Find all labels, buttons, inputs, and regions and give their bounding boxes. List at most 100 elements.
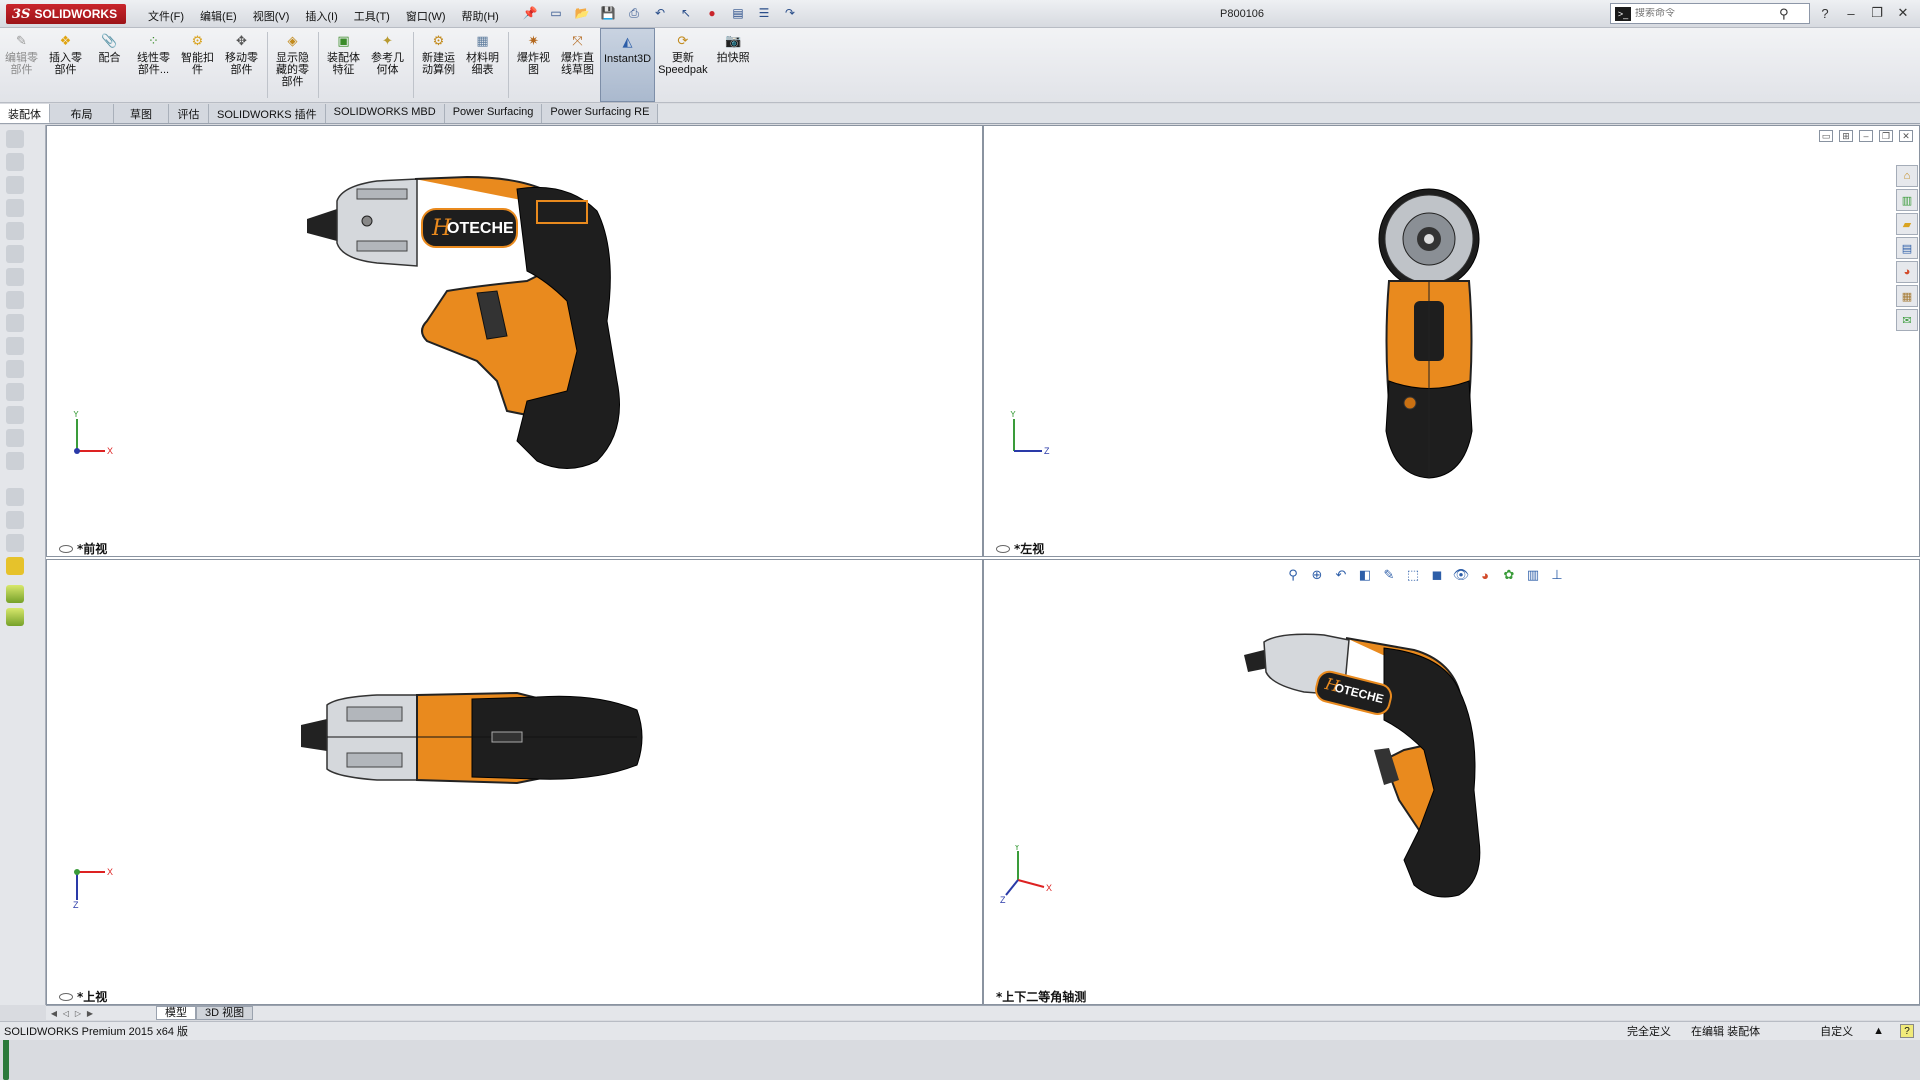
viewport-minimize-icon[interactable]: – <box>1859 130 1873 142</box>
save-icon[interactable]: 💾 <box>598 4 618 22</box>
previous-view-icon[interactable]: ↶ <box>1332 566 1350 584</box>
restore-button[interactable]: ❐ <box>1866 3 1888 23</box>
minimize-button[interactable]: – <box>1840 3 1862 23</box>
reference-geometry-button[interactable]: ✦ 参考几 何体 <box>366 28 410 102</box>
viewport-close-icon[interactable]: ✕ <box>1899 130 1913 142</box>
tab-evaluate[interactable]: 评估 <box>169 104 209 123</box>
linear-pattern-button[interactable]: ⁘ 线性零 部件... <box>132 28 176 102</box>
status-units[interactable]: 自定义 <box>1810 1023 1863 1039</box>
apply-scene-icon[interactable]: ✿ <box>1500 566 1518 584</box>
hole-tool-icon[interactable] <box>6 406 24 424</box>
first-tab-icon[interactable]: ◀ <box>48 1007 60 1019</box>
menu-window[interactable]: 窗口(W) <box>398 6 454 26</box>
explode-line-sketch-button[interactable]: ⤧ 爆炸直 线草图 <box>556 28 600 102</box>
open-folder-icon[interactable]: 📂 <box>572 4 592 22</box>
viewport-restore-icon[interactable]: ❐ <box>1879 130 1893 142</box>
fillet-tool-icon[interactable] <box>6 245 24 263</box>
sweep-tool-icon[interactable] <box>6 199 24 217</box>
pin-icon[interactable]: 📌 <box>520 4 540 22</box>
viewport-front[interactable]: H OTECHE Y X *前视 <box>46 125 983 557</box>
solidworks-logo[interactable]: 3S SOLIDWORKS <box>6 4 126 24</box>
forum-icon[interactable]: ✉ <box>1896 309 1918 331</box>
display-style-icon[interactable]: ◼ <box>1428 566 1446 584</box>
tab-assembly[interactable]: 装配体 <box>0 104 50 123</box>
display-pane-icon[interactable]: ⊥ <box>1548 566 1566 584</box>
curve-tool-icon[interactable] <box>6 511 24 529</box>
hide-show-items-icon[interactable]: 👁 <box>1452 566 1470 584</box>
menu-view[interactable]: 视图(V) <box>245 6 298 26</box>
edit-component-button[interactable]: ✎ 编辑零 部件 <box>0 28 44 102</box>
extrude-tool-icon[interactable] <box>6 153 24 171</box>
new-motion-study-button[interactable]: ⚙ 新建运 动算例 <box>417 28 461 102</box>
viewport-top[interactable]: Z X *上视 <box>46 559 983 1005</box>
search-commands[interactable]: >_ ⚲ <box>1610 3 1810 24</box>
close-button[interactable]: ✕ <box>1892 3 1914 23</box>
viewport-link-icon[interactable]: ⊞ <box>1839 130 1853 142</box>
instant3d-button[interactable]: ◭ Instant3D <box>600 28 656 102</box>
shell-tool-icon[interactable] <box>6 291 24 309</box>
mate-button[interactable]: 📎 配合 <box>88 28 132 102</box>
new-document-icon[interactable]: ▭ <box>546 4 566 22</box>
zoom-to-area-icon[interactable]: ⊕ <box>1308 566 1326 584</box>
viewport-tile-icon[interactable]: ▭ <box>1819 130 1833 142</box>
help-icon[interactable]: ? <box>1814 3 1836 23</box>
show-hidden-components-button[interactable]: ◈ 显示隐 藏的零 部件 <box>271 28 315 102</box>
assembly-features-button[interactable]: ▣ 装配体 特征 <box>322 28 366 102</box>
move-component-button[interactable]: ✥ 移动零 部件 <box>220 28 264 102</box>
menu-file[interactable]: 文件(F) <box>140 6 192 26</box>
tab-model[interactable]: 模型 <box>156 1006 196 1020</box>
loft-tool-icon[interactable] <box>6 222 24 240</box>
print-icon[interactable]: ⎙ <box>624 4 644 22</box>
viewport-isometric[interactable]: ⚲ ⊕ ↶ ◧ ✎ ⬚ ◼ 👁 ◕ ✿ ▥ ⊥ H OTECHE Y X Z *… <box>983 559 1920 1005</box>
help-question-icon[interactable]: ? <box>1900 1024 1914 1038</box>
menu-help[interactable]: 帮助(H) <box>454 6 507 26</box>
mirror-tool-icon[interactable] <box>6 383 24 401</box>
tab-power-surfacing[interactable]: Power Surfacing <box>444 104 543 123</box>
file-explorer-icon[interactable]: ▤ <box>1896 237 1918 259</box>
tab-power-surfacing-re[interactable]: Power Surfacing RE <box>542 104 659 123</box>
exploded-view-button[interactable]: ✷ 爆炸视 图 <box>512 28 556 102</box>
select-cursor-icon[interactable]: ↖ <box>676 4 696 22</box>
resources-icon[interactable]: ▥ <box>1896 189 1918 211</box>
revolve-tool-icon[interactable] <box>6 176 24 194</box>
wrap-tool-icon[interactable] <box>6 452 24 470</box>
chamfer-tool-icon[interactable] <box>6 268 24 286</box>
last-tab-icon[interactable]: ▶ <box>84 1007 96 1019</box>
draft-tool-icon[interactable] <box>6 337 24 355</box>
pattern-tool-icon[interactable] <box>6 360 24 378</box>
graphics-area[interactable]: H OTECHE Y X *前视 ▭ ⊞ – ❐ ✕ Y Z *左视 Z X *… <box>46 125 1920 1005</box>
edit-appearance-icon[interactable]: ◕ <box>1476 566 1494 584</box>
rebuild-traffic-light-icon[interactable]: ● <box>702 4 722 22</box>
dome-tool-icon[interactable] <box>6 429 24 447</box>
smart-dimension-icon[interactable] <box>6 585 24 603</box>
tab-layout[interactable]: 布局 <box>50 104 114 123</box>
zoom-to-fit-icon[interactable]: ⚲ <box>1284 566 1302 584</box>
home-icon[interactable]: ⌂ <box>1896 165 1918 187</box>
units-dropdown-icon[interactable]: ▲ <box>1863 1025 1894 1037</box>
sketch-tool-icon[interactable] <box>6 130 24 148</box>
undo-icon[interactable]: ↶ <box>650 4 670 22</box>
menu-tools[interactable]: 工具(T) <box>346 6 398 26</box>
section-view-icon[interactable]: ◧ <box>1356 566 1374 584</box>
next-tab-icon[interactable]: ▷ <box>72 1007 84 1019</box>
smart-fasteners-button[interactable]: ⚙ 智能扣 件 <box>176 28 220 102</box>
tab-solidworks-mbd[interactable]: SOLIDWORKS MBD <box>325 104 445 123</box>
view-orientation-icon[interactable]: ⬚ <box>1404 566 1422 584</box>
tab-sketch[interactable]: 草图 <box>114 104 169 123</box>
options-icon[interactable]: ☰ <box>754 4 774 22</box>
update-speedpak-button[interactable]: ⟳ 更新 Speedpak <box>655 28 712 102</box>
appearance-tool-icon[interactable] <box>6 557 24 575</box>
viewport-left[interactable]: ▭ ⊞ – ❐ ✕ Y Z *左视 <box>983 125 1920 557</box>
redo-icon[interactable]: ↷ <box>780 4 800 22</box>
custom-properties-icon[interactable]: ▦ <box>1896 285 1918 307</box>
rib-tool-icon[interactable] <box>6 314 24 332</box>
tab-3d-views[interactable]: 3D 视图 <box>196 1006 254 1020</box>
appearances-icon[interactable]: ◕ <box>1896 261 1918 283</box>
insert-component-button[interactable]: ❖ 插入零 部件 <box>44 28 88 102</box>
tab-solidworks-addins[interactable]: SOLIDWORKS 插件 <box>209 104 326 123</box>
prev-tab-icon[interactable]: ◁ <box>60 1007 72 1019</box>
file-properties-icon[interactable]: ▤ <box>728 4 748 22</box>
menu-edit[interactable]: 编辑(E) <box>192 6 245 26</box>
design-library-icon[interactable]: ▰ <box>1896 213 1918 235</box>
search-input[interactable] <box>1635 8 1775 19</box>
